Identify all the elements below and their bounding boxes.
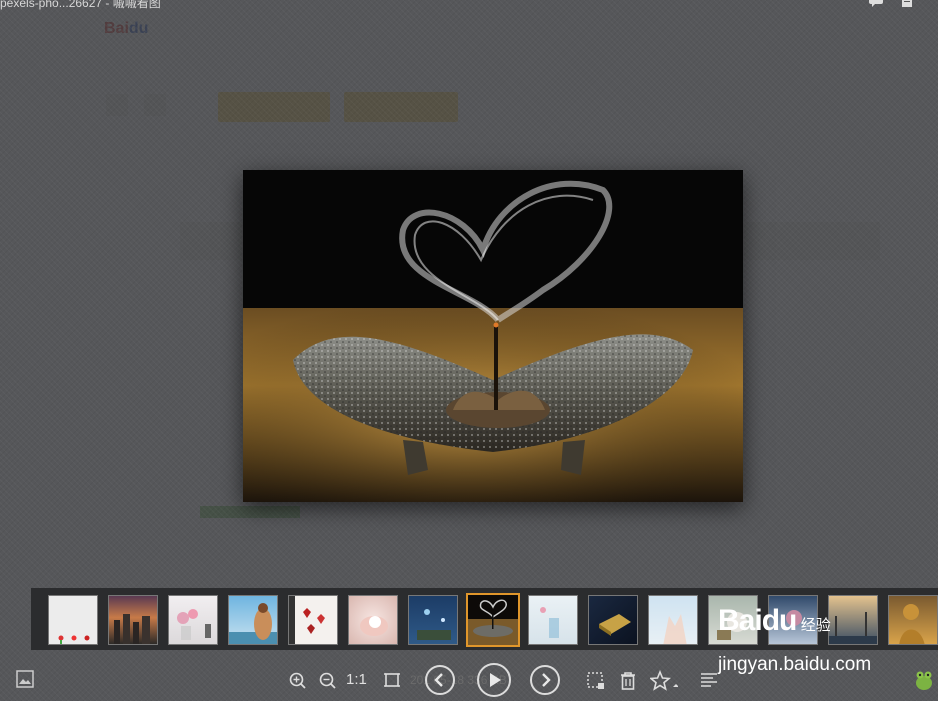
- main-image[interactable]: [243, 170, 743, 502]
- thumbnail[interactable]: [348, 595, 398, 645]
- star-icon[interactable]: [650, 670, 678, 692]
- actual-size-button[interactable]: 1:1: [346, 671, 367, 688]
- chevron-right-icon: [542, 673, 551, 687]
- play-slideshow-button[interactable]: [477, 663, 511, 697]
- frog-icon[interactable]: [914, 669, 934, 691]
- fit-window-icon[interactable]: [383, 671, 401, 689]
- thumbnail-selected[interactable]: [466, 593, 520, 647]
- thumbnail[interactable]: [288, 595, 338, 645]
- menu-lines-icon[interactable]: [700, 672, 718, 688]
- watermark-brand-2: du: [761, 604, 798, 637]
- play-icon: [490, 673, 501, 687]
- thumbnail[interactable]: [168, 595, 218, 645]
- thumbnail[interactable]: [588, 595, 638, 645]
- clipboard-icon[interactable]: [900, 0, 916, 8]
- thumbnail[interactable]: [408, 595, 458, 645]
- thumbnail[interactable]: [648, 595, 698, 645]
- comment-icon[interactable]: [868, 0, 884, 8]
- thumbnail[interactable]: [108, 595, 158, 645]
- watermark-brand: Bai: [718, 604, 763, 637]
- thumbnail[interactable]: [888, 595, 938, 645]
- zoom-in-icon[interactable]: [289, 672, 307, 690]
- previous-button[interactable]: [425, 665, 455, 695]
- window-title: pexels-pho...26627 - 嘁嘁看图: [0, 0, 161, 10]
- next-button[interactable]: [530, 665, 560, 695]
- chevron-left-icon: [434, 673, 443, 687]
- zoom-out-icon[interactable]: [319, 672, 337, 690]
- baidu-jingyan-watermark: Baidu 经验 jingyan.baidu.com: [718, 604, 871, 675]
- trash-icon[interactable]: [619, 671, 637, 691]
- watermark-url: jingyan.baidu.com: [718, 654, 872, 675]
- crop-icon[interactable]: [586, 671, 606, 691]
- thumbnail[interactable]: [228, 595, 278, 645]
- image-panel-icon[interactable]: [16, 670, 34, 688]
- thumbnail[interactable]: [48, 595, 98, 645]
- thumbnail[interactable]: [528, 595, 578, 645]
- watermark-cn: 经验: [800, 617, 831, 634]
- thumbnail[interactable]: [828, 595, 878, 645]
